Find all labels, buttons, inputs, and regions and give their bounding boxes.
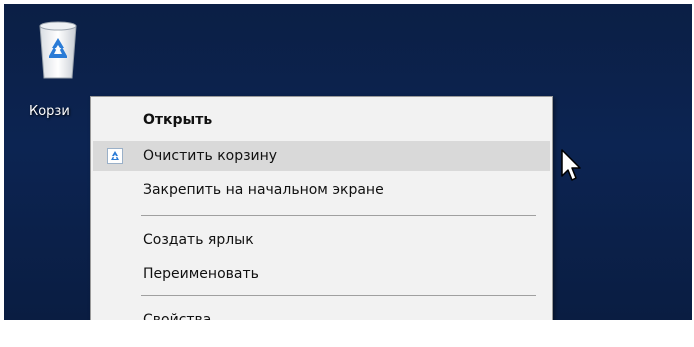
menu-item-pin-to-start[interactable]: Закрепить на начальном экране <box>93 175 550 205</box>
menu-item-label: Создать ярлык <box>143 232 254 248</box>
menu-item-properties[interactable]: Свойства <box>93 305 550 320</box>
menu-item-label: Свойства <box>143 312 212 320</box>
recycle-bin-icon <box>39 21 77 79</box>
menu-item-open[interactable]: Открыть <box>93 105 550 135</box>
desktop[interactable]: Корзи Открыть Очистить корзину Закрепить… <box>4 4 692 320</box>
menu-separator <box>141 295 536 296</box>
recycle-bin-shortcut[interactable] <box>26 18 90 80</box>
menu-item-label: Переименовать <box>143 266 259 282</box>
recycle-bin-small-icon <box>107 148 123 164</box>
menu-item-label: Закрепить на начальном экране <box>143 182 384 198</box>
menu-item-rename[interactable]: Переименовать <box>93 259 550 289</box>
menu-item-label: Очистить корзину <box>143 148 278 164</box>
mouse-pointer-icon <box>561 149 581 181</box>
menu-item-empty-recycle-bin[interactable]: Очистить корзину <box>93 141 550 171</box>
menu-item-label: Открыть <box>143 112 213 128</box>
context-menu: Открыть Очистить корзину Закрепить на на… <box>90 96 553 320</box>
menu-separator <box>141 215 536 216</box>
menu-item-create-shortcut[interactable]: Создать ярлык <box>93 225 550 255</box>
recycle-bin-label: Корзи <box>29 104 70 119</box>
